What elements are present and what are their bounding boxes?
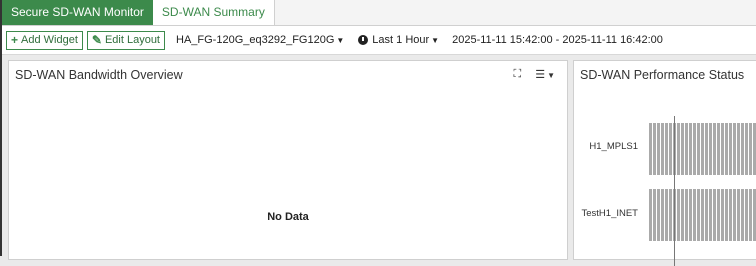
status-bars-testh1-inet: [649, 189, 756, 241]
device-select[interactable]: HA_FG-120G_eq3292_FG120G ▼: [176, 34, 344, 46]
performance-status-widget: SD-WAN Performance Status H1_MPLS1 TestH…: [573, 60, 756, 266]
menu-icon[interactable]: ☰ ▼: [535, 68, 555, 81]
tab-sdwan-summary[interactable]: SD-WAN Summary: [152, 0, 275, 25]
device-label: HA_FG-120G_eq3292_FG120G: [176, 34, 335, 46]
time-period-label: Last 1 Hour: [372, 34, 430, 46]
add-widget-label: Add Widget: [21, 34, 78, 46]
edit-icon: ✎: [91, 33, 102, 47]
row-label-testh1-inet: TestH1_INET: [581, 208, 639, 219]
chevron-down-icon: ▼: [431, 35, 440, 45]
toolbar: + Add Widget ✎ Edit Layout HA_FG-120G_eq…: [2, 26, 756, 55]
status-bars-h1-mpls1: [649, 123, 756, 175]
bandwidth-overview-widget: SD-WAN Bandwidth Overview ⛶ ☰ ▼ No Data: [8, 60, 568, 260]
edit-layout-label: Edit Layout: [104, 34, 160, 46]
plus-icon: +: [11, 33, 19, 47]
edit-layout-button[interactable]: ✎ Edit Layout: [86, 30, 165, 50]
row-label-h1-mpls1: H1_MPLS1: [589, 141, 638, 152]
tab-bar: Secure SD-WAN Monitor SD-WAN Summary: [2, 0, 756, 26]
time-range: 2025-11-11 15:42:00 - 2025-11-11 16:42:0…: [452, 34, 663, 46]
widget-title: SD-WAN Performance Status: [580, 68, 745, 82]
widget-tools: ⛶ ☰ ▼: [514, 68, 556, 81]
add-widget-button[interactable]: + Add Widget: [6, 30, 83, 50]
tab-secure-sdwan-monitor[interactable]: Secure SD-WAN Monitor: [2, 0, 153, 25]
no-data-text: No Data: [267, 211, 309, 223]
clock-icon: [358, 35, 369, 45]
chevron-down-icon: ▼: [336, 35, 345, 45]
widget-title: SD-WAN Bandwidth Overview: [15, 68, 183, 82]
time-period-select[interactable]: Last 1 Hour ▼: [358, 34, 439, 46]
expand-icon[interactable]: ⛶: [514, 68, 522, 81]
time-cursor-line: [674, 116, 675, 266]
